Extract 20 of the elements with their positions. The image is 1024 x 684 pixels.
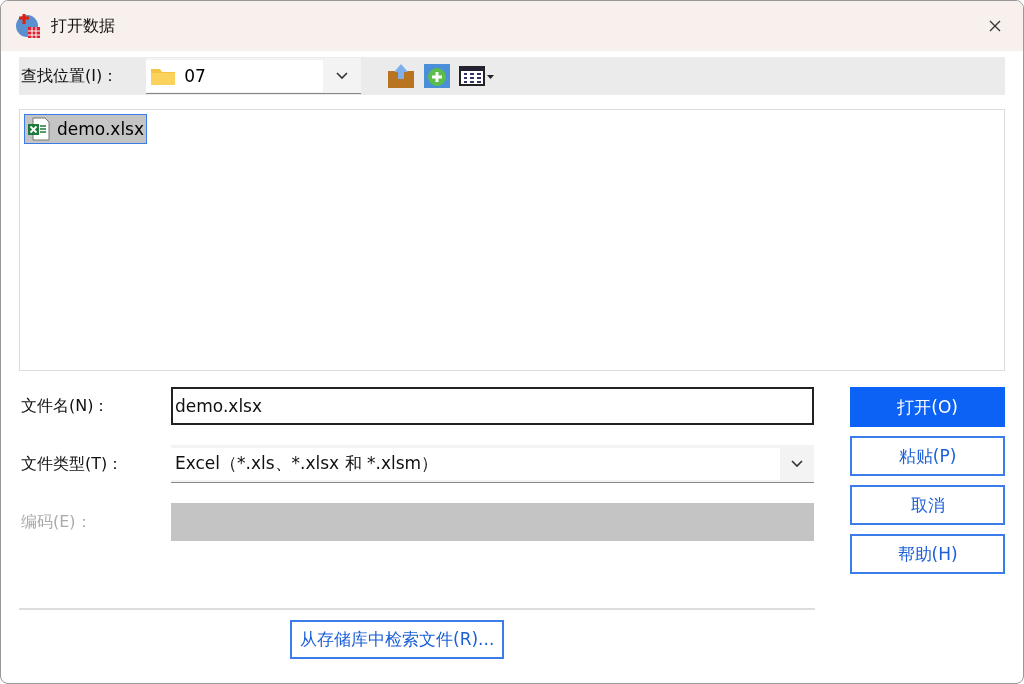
retrieve-button[interactable]: 从存储库中检索文件(R)... [290, 620, 505, 659]
field-label: 编码(E)： [20, 511, 93, 533]
look-in-dropdown[interactable]: 07 [146, 58, 362, 94]
new-folder-icon[interactable] [423, 62, 452, 90]
file-type-dropdown[interactable]: Excel（*.xls、*.xlsx 和 *.xlsm） [171, 445, 815, 483]
filename-field[interactable]: demo.xlsx [171, 387, 815, 425]
app-icon [15, 13, 41, 39]
field-label: 文件名(N)： [20, 395, 111, 417]
up-folder-icon[interactable] [387, 63, 416, 89]
field-label: 文件类型(T)： [20, 453, 125, 475]
chevron-down-icon[interactable] [791, 459, 804, 468]
chevron-down-icon[interactable] [336, 71, 349, 80]
dialog-button[interactable]: 帮助(H) [850, 534, 1005, 574]
dialog-button[interactable]: 打开(O) [850, 387, 1005, 427]
dialog-button[interactable]: 粘贴(P) [850, 436, 1005, 476]
spreadsheet-file-icon [27, 117, 51, 141]
file-item[interactable]: demo.xlsx [24, 114, 148, 144]
dialog-button[interactable]: 取消 [850, 485, 1005, 525]
window-title: 打开数据 [51, 15, 115, 37]
look-in-label: 查找位置(I)： [21, 65, 119, 87]
